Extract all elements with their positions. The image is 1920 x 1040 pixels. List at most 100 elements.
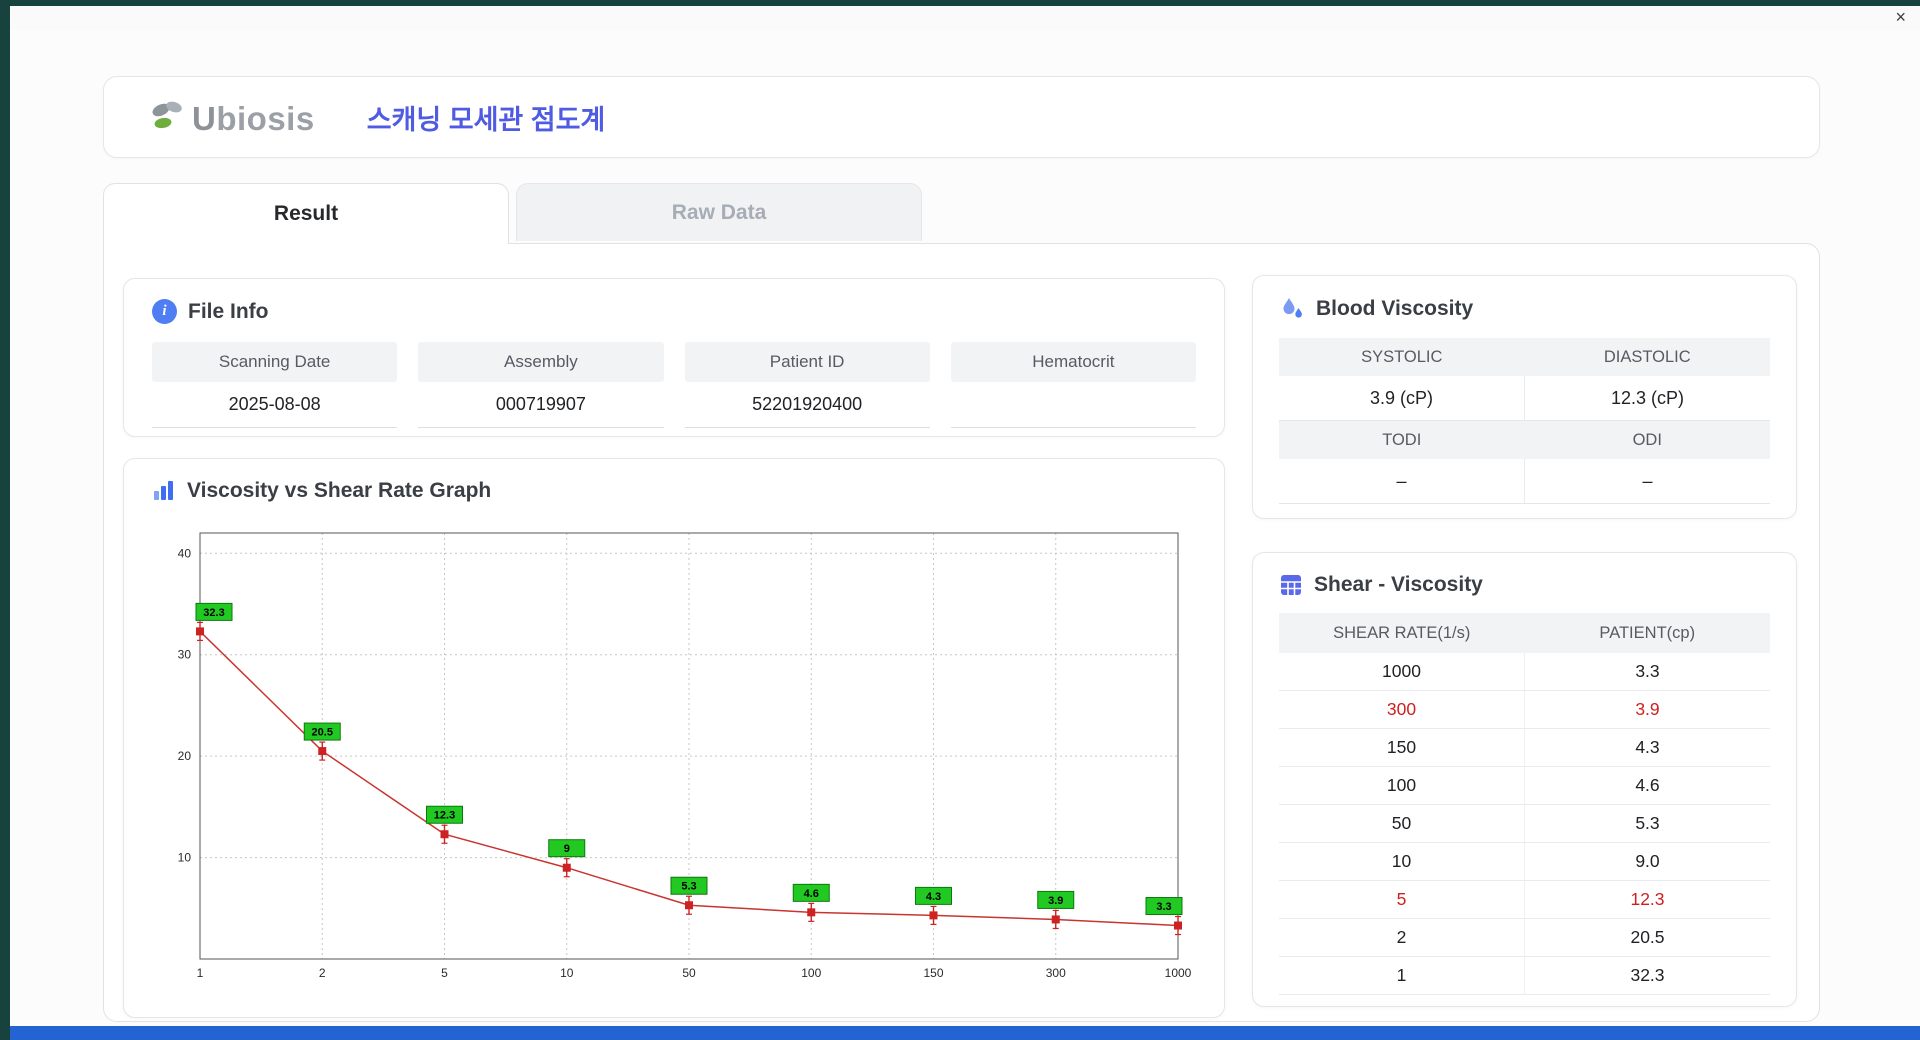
shear-rate-cell: 1 xyxy=(1396,965,1407,985)
file-info-card: i File Info Scanning Date 2025-08-08 Ass… xyxy=(123,278,1225,437)
svg-text:1: 1 xyxy=(197,966,204,980)
bv-value-cell: – xyxy=(1396,470,1407,491)
shear-viscosity-card: Shear - Viscosity SHEAR RATE(1/s) PATIEN… xyxy=(1252,552,1797,1007)
graph-title: Viscosity vs Shear Rate Graph xyxy=(187,479,492,502)
blood-viscosity-table: SYSTOLIC DIASTOLIC 3.9 (cP) 12.3 (cP) TO… xyxy=(1279,338,1770,504)
patient-viscosity-cell: 4.3 xyxy=(1524,729,1770,766)
bv-header-cell: DIASTOLIC xyxy=(1524,338,1770,376)
shear-rate-cell: 5 xyxy=(1396,889,1407,909)
shear-rate-cell: 10 xyxy=(1391,851,1412,871)
svg-text:150: 150 xyxy=(923,966,943,980)
svg-text:10: 10 xyxy=(178,851,192,865)
grid-table-icon xyxy=(1279,573,1303,597)
bv-header-cell: ODI xyxy=(1524,421,1770,459)
patient-viscosity-cell: 9.0 xyxy=(1524,843,1770,880)
patient-viscosity-cell: 5.3 xyxy=(1524,805,1770,842)
info-icon: i xyxy=(152,299,177,324)
titlebar: × xyxy=(10,6,1920,30)
bv-value-cell: – xyxy=(1524,459,1770,503)
blood-viscosity-title: Blood Viscosity xyxy=(1316,297,1474,320)
logo-letter-u: U xyxy=(192,100,217,137)
svg-text:300: 300 xyxy=(1046,966,1066,980)
bv-header-cell: TODI xyxy=(1279,421,1525,459)
shear-viscosity-title-row: Shear - Viscosity xyxy=(1279,573,1770,597)
field-label: Scanning Date xyxy=(152,342,398,382)
patient-viscosity-cell: 20.5 xyxy=(1524,919,1770,956)
svg-text:3.9: 3.9 xyxy=(1048,895,1063,907)
bv-value-cell: 3.9 (cP) xyxy=(1369,387,1434,408)
svg-text:20.5: 20.5 xyxy=(312,727,333,739)
file-info-title: File Info xyxy=(188,299,269,323)
blood-viscosity-group: SYSTOLIC DIASTOLIC 3.9 (cP) 12.3 (cP) xyxy=(1279,338,1770,421)
svg-text:40: 40 xyxy=(178,546,192,560)
svg-text:9: 9 xyxy=(564,843,570,855)
bar-chart-icon xyxy=(152,479,176,503)
viscosity-graph-card: Viscosity vs Shear Rate Graph 10 20 30 40 1 2… xyxy=(123,458,1225,1018)
table-row: 2 20.5 xyxy=(1279,919,1770,957)
tab-result[interactable]: Result xyxy=(103,183,509,244)
table-row: 1000 3.3 xyxy=(1279,653,1770,691)
close-icon[interactable]: × xyxy=(1895,8,1906,26)
leaves-icon xyxy=(148,99,190,135)
tab-raw-data[interactable]: Raw Data xyxy=(516,183,922,241)
shear-rate-cell: 2 xyxy=(1396,927,1407,947)
table-row: 5 12.3 xyxy=(1279,881,1770,919)
field-label: Assembly xyxy=(418,342,664,382)
field-value: 52201920400 xyxy=(684,382,930,428)
table-row: 10 9.0 xyxy=(1279,843,1770,881)
viscosity-shear-chart: 10 20 30 40 1 2 5 10 50 100 150 300 1000 32.3 20.5 12.3… xyxy=(178,532,1192,980)
shear-rate-column-header: SHEAR RATE(1/s) xyxy=(1333,623,1471,642)
droplet-icon xyxy=(1279,296,1305,322)
patient-viscosity-cell: 12.3 xyxy=(1524,881,1770,918)
bv-value-cell: 12.3 (cP) xyxy=(1524,376,1770,420)
file-info-field: Scanning Date 2025-08-08 xyxy=(152,342,398,428)
patient-viscosity-cell: 3.9 xyxy=(1524,691,1770,728)
blood-viscosity-title-row: Blood Viscosity xyxy=(1279,296,1770,322)
logo-letters-rest: biosis xyxy=(216,100,315,137)
shear-rate-cell: 1000 xyxy=(1382,661,1421,681)
svg-text:3.3: 3.3 xyxy=(1156,901,1171,913)
patient-viscosity-cell: 4.6 xyxy=(1524,767,1770,804)
shear-rate-cell: 300 xyxy=(1386,699,1417,719)
file-info-field: Patient ID 52201920400 xyxy=(684,342,930,428)
patient-viscosity-cell: 3.3 xyxy=(1524,653,1770,690)
svg-text:5: 5 xyxy=(441,966,448,980)
table-row: 300 3.9 xyxy=(1279,691,1770,729)
table-row: 1 32.3 xyxy=(1279,957,1770,995)
table-row: 150 4.3 xyxy=(1279,729,1770,767)
svg-text:20: 20 xyxy=(178,749,192,763)
field-label: Hematocrit xyxy=(950,342,1196,382)
blood-viscosity-card: Blood Viscosity SYSTOLIC DIASTOLIC 3.9 (… xyxy=(1252,275,1797,519)
svg-text:50: 50 xyxy=(682,966,696,980)
shear-table-header: SHEAR RATE(1/s) PATIENT(cp) xyxy=(1279,613,1770,653)
app-window: × Ubiosis 스캐닝 모세관 점도계 Result Raw Data i … xyxy=(10,6,1920,1026)
svg-text:32.3: 32.3 xyxy=(203,607,224,619)
blood-viscosity-group: TODI ODI – – xyxy=(1279,421,1770,504)
page-title: 스캐닝 모세관 점도계 xyxy=(366,104,606,135)
svg-text:12.3: 12.3 xyxy=(434,810,455,822)
result-panel: i File Info Scanning Date 2025-08-08 Ass… xyxy=(103,243,1820,1022)
svg-text:1000: 1000 xyxy=(1165,966,1192,980)
patient-column-header: PATIENT(cp) xyxy=(1599,623,1696,642)
file-info-field: Assembly 000719907 xyxy=(418,342,664,428)
app-logo: Ubiosis xyxy=(148,99,315,135)
tab-bar: Result Raw Data xyxy=(103,183,922,244)
svg-text:2: 2 xyxy=(319,966,326,980)
header-card: Ubiosis 스캐닝 모세관 점도계 xyxy=(103,76,1820,158)
svg-text:4.6: 4.6 xyxy=(804,888,819,900)
shear-rate-cell: 50 xyxy=(1391,813,1412,833)
file-info-field: Hematocrit xyxy=(950,342,1196,428)
table-row: 50 5.3 xyxy=(1279,805,1770,843)
svg-text:100: 100 xyxy=(801,966,821,980)
bv-header-cell: SYSTOLIC xyxy=(1279,338,1525,376)
shear-rate-cell: 100 xyxy=(1386,775,1417,795)
svg-text:30: 30 xyxy=(178,648,192,662)
file-info-title-row: i File Info xyxy=(152,299,1196,324)
file-info-fields: Scanning Date 2025-08-08 Assembly 000719… xyxy=(152,342,1196,428)
graph-title-row: Viscosity vs Shear Rate Graph xyxy=(152,479,1196,503)
table-row: 100 4.6 xyxy=(1279,767,1770,805)
shear-table-body: 1000 3.3 300 3.9 150 4.3 100 4.6 50 5.3 … xyxy=(1279,653,1770,995)
taskbar xyxy=(10,1026,1920,1040)
shear-rate-cell: 150 xyxy=(1386,737,1417,757)
field-value: 2025-08-08 xyxy=(152,382,398,428)
